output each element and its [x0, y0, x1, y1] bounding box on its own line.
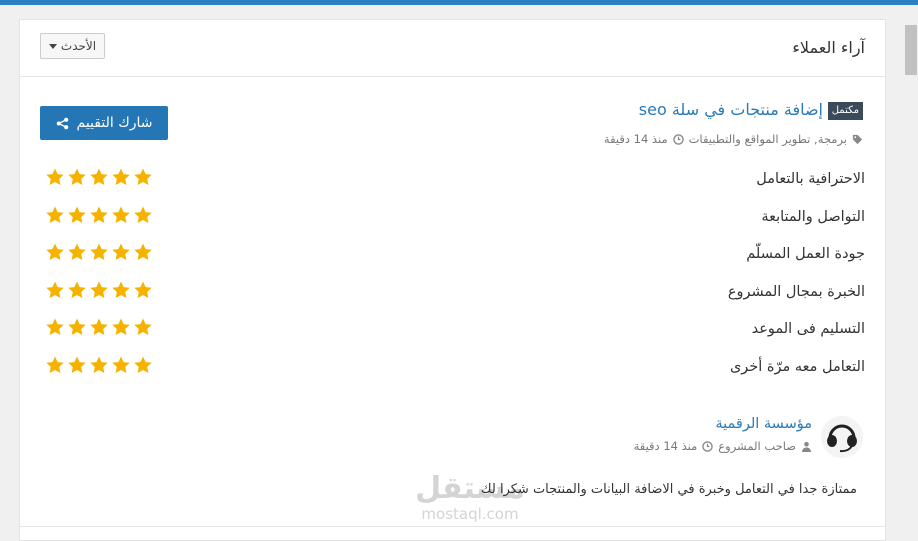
- star-icon: [134, 206, 152, 223]
- divider: [20, 526, 885, 527]
- rating-row: الاحترافية بالتعامل: [40, 165, 865, 195]
- caret-down-icon: [48, 43, 57, 49]
- star-icon: [46, 318, 64, 336]
- avatar[interactable]: [821, 416, 863, 458]
- reviews-panel: آراء العملاء الأحدث مكتمل إضافة منتجات ف…: [19, 19, 886, 541]
- rating-stars: [45, 205, 153, 225]
- star-icon: [68, 281, 86, 298]
- project-title-link[interactable]: إضافة منتجات في سلة seo: [639, 100, 823, 119]
- rating-label: التعامل معه مرّة أخرى: [729, 359, 865, 375]
- rating-label: التواصل والمتابعة: [761, 208, 865, 225]
- star-icon: [68, 318, 86, 336]
- star-icon: [46, 243, 64, 261]
- rating-row: التعامل معه مرّة أخرى: [40, 353, 865, 383]
- star-icon: [134, 356, 152, 373]
- star-icon: [46, 206, 64, 223]
- star-icon: [90, 168, 108, 185]
- rating-stars: [45, 167, 153, 187]
- rating-stars: [45, 280, 153, 300]
- rating-stars: [45, 355, 153, 375]
- star-icon: [134, 168, 152, 185]
- sort-label: الأحدث: [60, 39, 97, 53]
- scrollbar[interactable]: [904, 5, 918, 533]
- star-icon: [134, 318, 152, 336]
- review-comment: ممتازة جدا في التعامل وخبرة في الاضافة ا…: [480, 482, 857, 497]
- rating-stars: [45, 242, 153, 262]
- sort-dropdown[interactable]: الأحدث: [40, 33, 105, 59]
- star-icon: [90, 243, 108, 261]
- tags-icon: [852, 134, 863, 144]
- star-icon: [112, 318, 130, 336]
- star-icon: [90, 206, 108, 223]
- project-tags: برمجة, تطوير المواقع والتطبيقات: [688, 132, 847, 146]
- rating-row: الخبرة بمجال المشروع: [40, 278, 865, 308]
- clock-icon: [672, 133, 684, 145]
- rating-row: جودة العمل المسلّم: [40, 240, 865, 270]
- star-icon: [46, 168, 64, 185]
- star-icon: [134, 243, 152, 261]
- review-time: منذ 14 دقيقة: [633, 439, 698, 453]
- star-icon: [46, 281, 64, 298]
- star-icon: [90, 318, 108, 336]
- star-icon: [68, 206, 86, 223]
- project-meta: برمجة, تطوير المواقع والتطبيقات منذ 14 د…: [604, 132, 863, 146]
- project-time: منذ 14 دقيقة: [603, 132, 668, 146]
- status-badge: مكتمل: [827, 102, 863, 120]
- review-meta: صاحب المشروع منذ 14 دقيقة: [634, 439, 812, 453]
- owner-role: صاحب المشروع: [718, 439, 796, 453]
- mostaql-watermark: مستقل mostaql.com: [405, 472, 535, 523]
- rating-row: التواصل والمتابعة: [40, 203, 865, 233]
- clock-icon: [702, 440, 714, 452]
- panel-title: آراء العملاء: [792, 38, 865, 57]
- panel-header: آراء العملاء الأحدث: [20, 20, 885, 77]
- user-icon: [801, 441, 812, 452]
- rating-label: جودة العمل المسلّم: [746, 246, 865, 263]
- rating-row: التسليم فى الموعد: [40, 315, 865, 345]
- star-icon: [68, 356, 86, 373]
- scrollbar-thumb[interactable]: [905, 25, 917, 75]
- rating-label: الاحترافية بالتعامل: [756, 171, 865, 187]
- owner-name-link[interactable]: مؤسسة الرقمية: [715, 416, 812, 432]
- star-icon: [112, 356, 130, 373]
- rating-label: الخبرة بمجال المشروع: [727, 283, 865, 300]
- star-icon: [112, 281, 130, 298]
- star-icon: [112, 206, 130, 223]
- star-icon: [112, 243, 130, 261]
- rating-label: التسليم فى الموعد: [751, 321, 865, 338]
- rating-stars: [45, 317, 153, 337]
- star-icon: [134, 281, 152, 298]
- headset-avatar-icon: [821, 416, 863, 458]
- star-icon: [68, 243, 86, 261]
- star-icon: [68, 168, 86, 185]
- star-icon: [90, 356, 108, 373]
- share-label: شارك التقييم: [76, 115, 153, 131]
- star-icon: [90, 281, 108, 298]
- star-icon: [46, 356, 64, 373]
- top-accent-bar: [0, 0, 918, 5]
- share-icon: [56, 117, 68, 129]
- star-icon: [112, 168, 130, 185]
- share-review-button[interactable]: شارك التقييم: [40, 106, 168, 140]
- watermark-latin: mostaql.com: [421, 505, 519, 523]
